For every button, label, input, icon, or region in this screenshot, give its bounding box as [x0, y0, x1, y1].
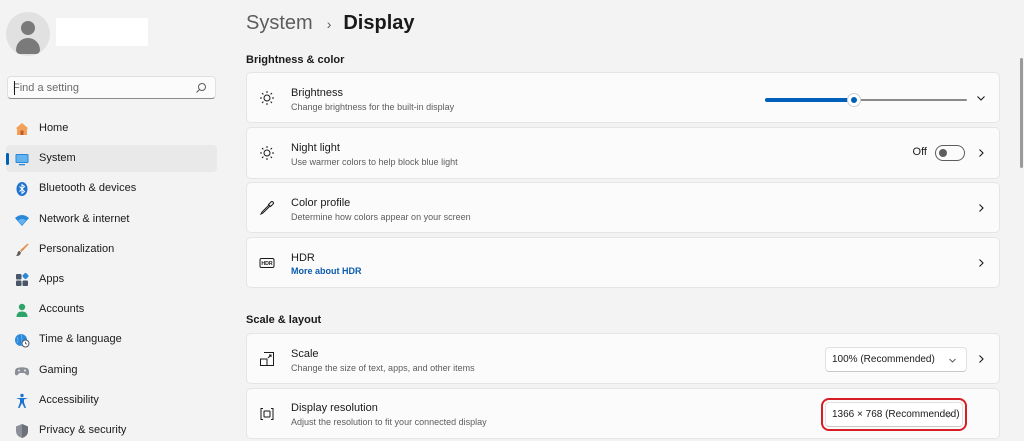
- sidebar-item-privacy-security[interactable]: Privacy & security: [6, 417, 217, 441]
- sidebar-item-bluetooth[interactable]: Bluetooth & devices: [6, 175, 217, 202]
- home-icon: [15, 123, 29, 135]
- night-light-card[interactable]: Night light Use warmer colors to help bl…: [246, 127, 1000, 179]
- gamepad-icon: [14, 366, 30, 375]
- sidebar-item-label: Accessibility: [39, 393, 99, 406]
- profile-name-redacted: [56, 18, 148, 46]
- slider-fill: [765, 98, 854, 102]
- sidebar-item-time-language[interactable]: Time & language: [6, 326, 217, 353]
- globe-clock-icon: [15, 334, 30, 348]
- search-icon[interactable]: [195, 82, 207, 94]
- sidebar-item-label: Network & internet: [39, 212, 130, 225]
- night-light-toggle[interactable]: [935, 145, 965, 161]
- system-icon: [15, 154, 29, 166]
- sidebar-item-personalization[interactable]: Personalization: [6, 236, 217, 263]
- page-title: Display: [343, 12, 415, 34]
- sidebar: Home System Bluetooth & devices Network …: [0, 0, 228, 441]
- search-input[interactable]: [13, 81, 193, 94]
- scale-dropdown[interactable]: 100% (Recommended): [825, 346, 967, 372]
- chevron-right-icon[interactable]: [975, 353, 987, 365]
- resolution-dropdown[interactable]: 1366 × 768 (Recommended): [821, 397, 967, 431]
- brightness-icon: [260, 90, 274, 105]
- sidebar-item-label: Accounts: [39, 303, 85, 316]
- breadcrumb-parent[interactable]: System: [246, 12, 313, 35]
- night-light-icon: [260, 146, 274, 160]
- slider-thumb[interactable]: [846, 93, 861, 107]
- night-light-description: Use warmer colors to help block blue lig…: [291, 157, 458, 167]
- brightness-slider[interactable]: [765, 93, 967, 107]
- sidebar-item-label: Home: [39, 122, 69, 134]
- sidebar-item-label: Privacy & security: [39, 423, 127, 436]
- chevron-right-icon[interactable]: [975, 257, 987, 269]
- breadcrumb: System › Display: [246, 12, 415, 35]
- avatar-body: [16, 38, 40, 54]
- sidebar-item-label: Apps: [39, 272, 65, 285]
- section-title-brightness-color: Brightness & color: [246, 54, 345, 66]
- hdr-icon-text: HDR: [261, 261, 272, 267]
- breadcrumb-separator: ›: [326, 15, 332, 32]
- apps-icon: [16, 272, 29, 286]
- hdr-icon: HDR: [259, 257, 275, 268]
- sidebar-item-label: Bluetooth & devices: [39, 182, 137, 195]
- accessibility-icon: [16, 393, 28, 408]
- shield-icon: [16, 423, 28, 438]
- nav-list: Home System Bluetooth & devices Network …: [6, 115, 217, 441]
- sidebar-item-home[interactable]: Home: [6, 115, 217, 142]
- sidebar-item-gaming[interactable]: Gaming: [6, 357, 217, 384]
- avatar-head: [21, 21, 35, 35]
- resolution-dropdown-value: 1366 × 768 (Recommended): [832, 408, 960, 420]
- chevron-down-icon: [949, 358, 956, 363]
- sidebar-item-accessibility[interactable]: Accessibility: [6, 387, 217, 414]
- chevron-right-icon[interactable]: [975, 202, 987, 214]
- chevron-right-icon[interactable]: [975, 147, 987, 159]
- brightness-title: Brightness: [291, 87, 343, 99]
- sidebar-item-label: System: [39, 152, 76, 165]
- sidebar-item-label: Personalization: [39, 242, 115, 255]
- main-content: System › Display Brightness & color Brig…: [246, 0, 1023, 441]
- sidebar-item-accounts[interactable]: Accounts: [6, 296, 217, 323]
- search-box[interactable]: [7, 76, 216, 99]
- scale-dropdown-value: 100% (Recommended): [832, 353, 935, 365]
- scale-icon: [260, 351, 274, 366]
- avatar[interactable]: [6, 12, 50, 56]
- scrollbar-thumb[interactable]: [1020, 58, 1023, 168]
- brush-icon: [16, 243, 29, 256]
- hdr-title: HDR: [291, 252, 315, 264]
- hdr-card[interactable]: HDR HDR More about HDR: [246, 237, 1000, 288]
- resolution-icon: [260, 407, 274, 420]
- scale-title: Scale: [291, 348, 319, 360]
- brightness-description: Change brightness for the built-in displ…: [291, 102, 455, 112]
- color-profile-title: Color profile: [291, 197, 351, 209]
- display-resolution-description: Adjust the resolution to fit your connec…: [291, 417, 487, 427]
- accounts-icon: [16, 303, 28, 318]
- sidebar-item-network[interactable]: Network & internet: [6, 206, 217, 233]
- scale-description: Change the size of text, apps, and other…: [291, 363, 475, 373]
- sidebar-item-system[interactable]: System: [6, 145, 217, 173]
- bluetooth-icon: [16, 182, 28, 197]
- more-about-hdr-link[interactable]: More about HDR: [291, 266, 362, 276]
- section-title-scale-layout: Scale & layout: [246, 314, 322, 326]
- night-light-state: Off: [912, 146, 927, 158]
- text-caret: [14, 81, 15, 95]
- display-resolution-title: Display resolution: [291, 402, 378, 414]
- wifi-icon: [15, 214, 29, 226]
- scale-card[interactable]: Scale Change the size of text, apps, and…: [246, 333, 1000, 384]
- toggle-knob: [939, 149, 947, 157]
- sidebar-item-label: Time & language: [39, 333, 122, 346]
- sidebar-item-apps[interactable]: Apps: [6, 266, 217, 293]
- brightness-card[interactable]: Brightness Change brightness for the bui…: [246, 72, 1000, 123]
- chevron-down-icon: [945, 413, 952, 418]
- eyedropper-icon: [259, 200, 275, 215]
- color-profile-card[interactable]: Color profile Determine how colors appea…: [246, 182, 1000, 233]
- chevron-down-icon[interactable]: [975, 92, 987, 104]
- display-resolution-card[interactable]: Display resolution Adjust the resolution…: [246, 388, 1000, 439]
- sidebar-item-label: Gaming: [39, 363, 78, 376]
- color-profile-description: Determine how colors appear on your scre…: [291, 212, 471, 222]
- night-light-title: Night light: [291, 142, 340, 154]
- user-profile[interactable]: [6, 12, 148, 56]
